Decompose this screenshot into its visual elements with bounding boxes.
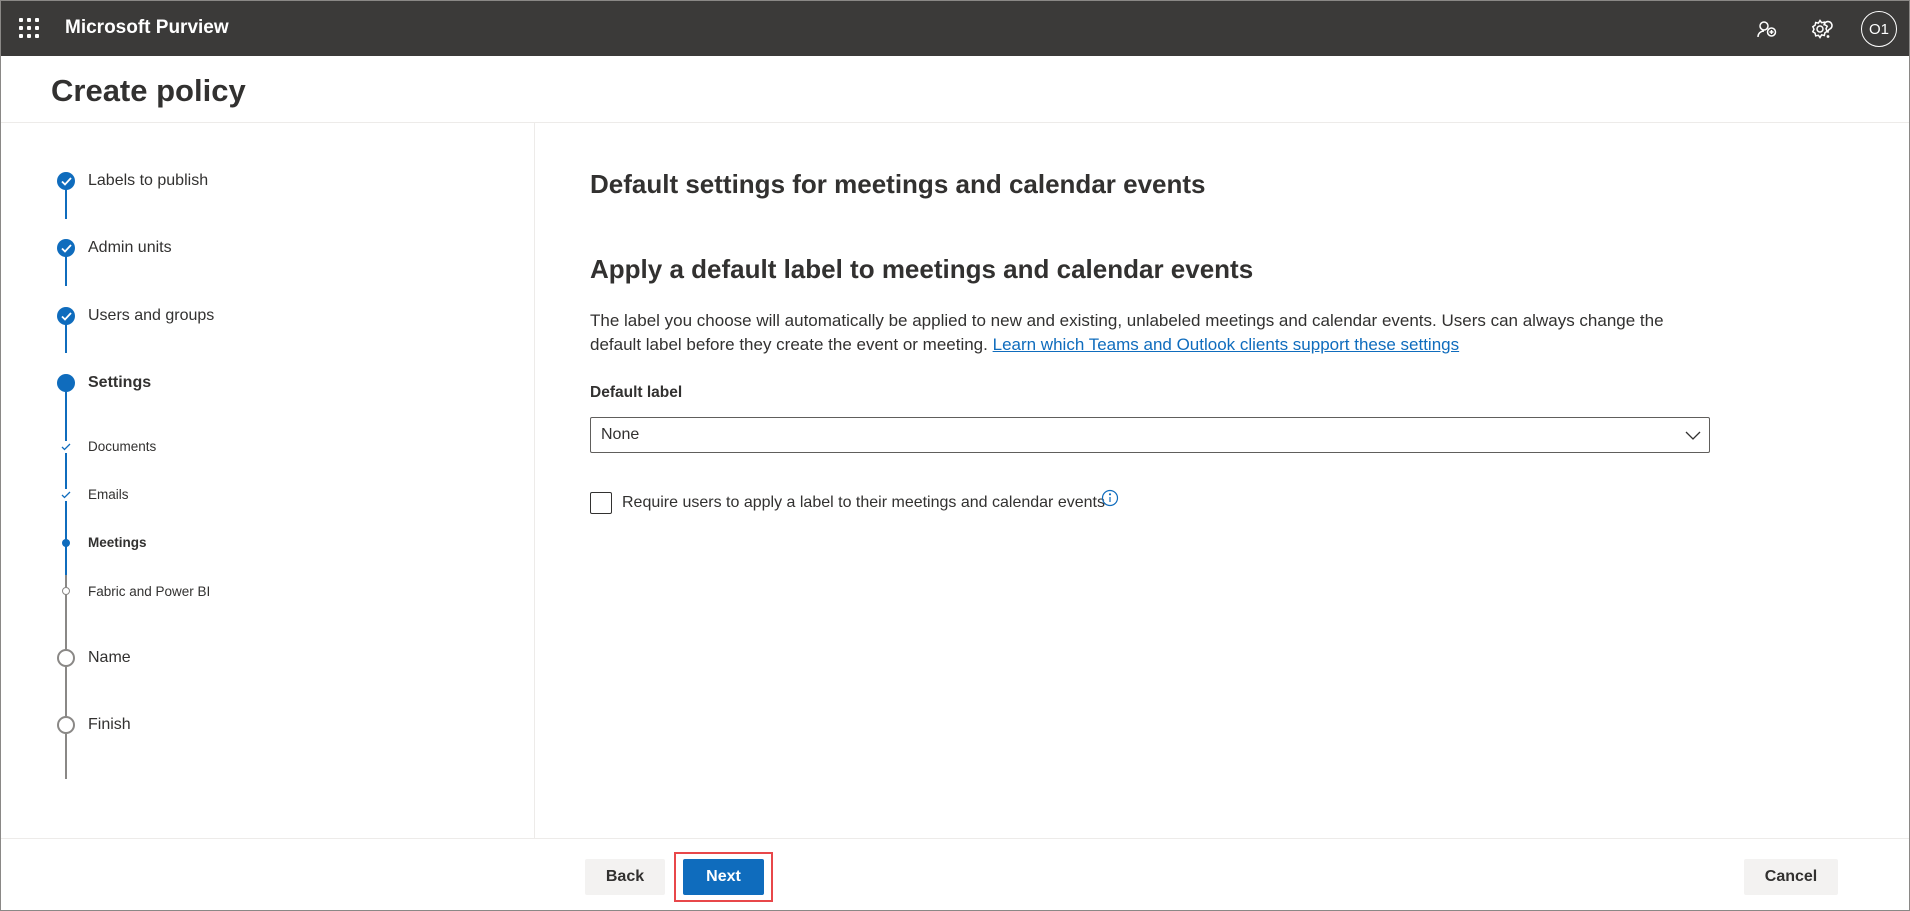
- step-complete-icon: [57, 307, 75, 325]
- require-label-checkbox[interactable]: [590, 492, 612, 514]
- step-finish[interactable]: Finish: [88, 716, 131, 734]
- app-frame: Microsoft Purview O1 Create policy Label…: [0, 0, 1910, 911]
- substep-complete-icon: [60, 489, 72, 501]
- page-title: Create policy: [51, 73, 246, 108]
- default-label-label: Default label: [590, 384, 683, 401]
- learn-more-link[interactable]: Learn which Teams and Outlook clients su…: [993, 335, 1460, 354]
- step-users-and-groups[interactable]: Users and groups: [88, 307, 214, 325]
- app-title: Microsoft Purview: [65, 17, 229, 38]
- page-header: Create policy: [1, 56, 1909, 123]
- substep-complete-icon: [60, 441, 72, 453]
- step-complete-icon: [57, 239, 75, 257]
- require-label-text: Require users to apply a label to their …: [622, 494, 1105, 511]
- footer: [1, 838, 1909, 910]
- step-settings[interactable]: Settings: [88, 374, 151, 392]
- step-admin-units[interactable]: Admin units: [88, 239, 172, 257]
- back-button[interactable]: Back: [585, 859, 665, 895]
- step-complete-icon: [57, 172, 75, 190]
- sub-heading: Apply a default label to meetings and ca…: [590, 254, 1254, 284]
- help-icon[interactable]: [1814, 15, 1842, 43]
- step-labels-to-publish[interactable]: Labels to publish: [88, 172, 208, 190]
- next-button-highlight: [674, 852, 773, 902]
- substep-documents[interactable]: Documents: [88, 439, 156, 454]
- default-label-value: None: [601, 426, 640, 443]
- default-label-dropdown[interactable]: None: [590, 417, 1710, 453]
- step-current-icon: [57, 374, 75, 392]
- step-pending-icon: [57, 649, 75, 667]
- chevron-down-icon: [1685, 428, 1701, 446]
- description: The label you choose will automatically …: [590, 309, 1710, 357]
- substep-meetings[interactable]: Meetings: [88, 535, 147, 550]
- step-connector: [65, 575, 67, 779]
- avatar[interactable]: O1: [1861, 11, 1897, 47]
- step-name[interactable]: Name: [88, 649, 131, 667]
- cancel-button[interactable]: Cancel: [1744, 859, 1838, 895]
- waffle-icon[interactable]: [19, 18, 39, 38]
- substep-current-icon: [62, 539, 70, 547]
- substep-emails[interactable]: Emails: [88, 487, 129, 502]
- top-bar: Microsoft Purview O1: [1, 1, 1909, 56]
- info-icon[interactable]: [1101, 489, 1119, 512]
- substep-fabric-and-power-bi[interactable]: Fabric and Power BI: [88, 584, 210, 599]
- section-heading: Default settings for meetings and calend…: [590, 169, 1206, 199]
- feedback-icon[interactable]: [1753, 15, 1781, 43]
- wizard-steps: Labels to publish Admin units Users and …: [1, 123, 535, 838]
- step-pending-icon: [57, 716, 75, 734]
- substep-pending-icon: [62, 587, 70, 595]
